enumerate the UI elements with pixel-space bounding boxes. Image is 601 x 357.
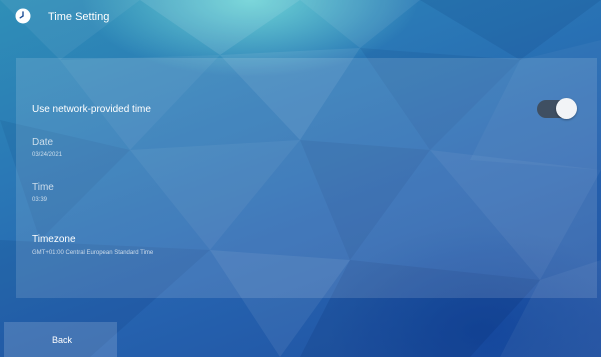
toggle-thumb	[556, 98, 577, 119]
footer-bar: Back	[0, 322, 601, 357]
date-label[interactable]: Date	[32, 137, 53, 149]
network-time-toggle[interactable]	[537, 98, 577, 120]
back-button[interactable]: Back	[4, 322, 117, 357]
timezone-value: GMT+01:00 Central European Standard Time	[32, 250, 154, 256]
settings-panel	[16, 58, 597, 298]
header-bar: Time Setting	[0, 0, 601, 36]
back-button-label: Back	[52, 335, 73, 345]
time-label[interactable]: Time	[32, 182, 54, 194]
date-value: 03/24/2021	[32, 152, 63, 158]
timezone-label[interactable]: Timezone	[32, 234, 76, 246]
page-title: Time Setting	[48, 11, 110, 23]
time-value: 03:39	[32, 197, 48, 203]
time-setting-screen: Time Setting Use network-provided time D…	[0, 0, 601, 357]
network-time-label: Use network-provided time	[32, 104, 151, 115]
clock-icon	[15, 8, 31, 24]
